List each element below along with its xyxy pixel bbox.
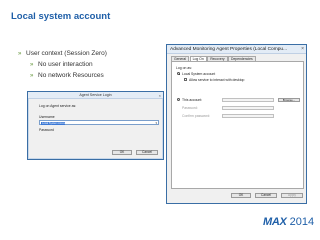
max-2014-logo: MAX 2014 — [263, 216, 314, 228]
password-label: Password: — [182, 106, 198, 110]
local-system-radio[interactable] — [177, 72, 181, 76]
logon-as-label: Log on Agent service as: — [39, 104, 77, 108]
allow-interact-label: Allow service to interact with desktop — [189, 78, 245, 82]
bullet-item: » No user interaction — [30, 59, 107, 70]
dialog-title: Advanced Monitoring Agent Properties (Lo… — [170, 47, 288, 52]
dialog-body: Log on Agent service as: Username Local … — [28, 99, 163, 160]
agent-properties-dialog: Advanced Monitoring Agent Properties (Lo… — [166, 44, 307, 204]
bullet-marker-icon: » — [18, 50, 22, 57]
dialog-title: Agent Service Login — [79, 93, 112, 97]
bullet-text: No network Resources — [38, 72, 104, 79]
close-icon[interactable]: × — [301, 45, 304, 53]
allow-interact-checkbox[interactable] — [184, 78, 188, 82]
password-input[interactable] — [222, 105, 274, 110]
cancel-button[interactable]: Cancel — [136, 150, 158, 155]
bullet-list: » User context (Session Zero) » No user … — [18, 48, 107, 81]
close-icon[interactable]: × — [159, 92, 161, 99]
ok-button[interactable]: OK — [231, 193, 251, 198]
bullet-text: User context (Session Zero) — [26, 50, 107, 57]
slide-title: Local system account — [11, 11, 111, 22]
this-account-label: This account: — [182, 98, 203, 102]
agent-service-login-dialog: Agent Service Login × Log on Agent servi… — [27, 91, 164, 160]
confirm-password-label: Confirm password: — [182, 114, 211, 118]
cancel-button[interactable]: Cancel — [255, 193, 277, 198]
password-label: Password — [39, 128, 54, 132]
bullet-marker-icon: » — [30, 72, 34, 79]
account-input[interactable] — [222, 97, 274, 102]
bullet-item: » User context (Session Zero) — [18, 48, 107, 59]
dialog-titlebar: Advanced Monitoring Agent Properties (Lo… — [167, 45, 306, 54]
username-value: Local System Account — [41, 121, 65, 125]
username-combobox[interactable]: Local System Account ▾ — [39, 120, 159, 125]
chevron-down-icon[interactable]: ▾ — [155, 121, 157, 125]
local-system-label: Local System account — [182, 72, 216, 76]
logo-brand: MAX — [263, 216, 287, 228]
bullet-text: No user interaction — [38, 61, 93, 68]
logo-year: 2014 — [289, 216, 315, 228]
apply-button[interactable]: Apply — [281, 193, 303, 198]
dialog-titlebar: Agent Service Login × — [28, 92, 163, 99]
this-account-radio[interactable] — [177, 98, 181, 102]
ok-button[interactable]: OK — [112, 150, 132, 155]
logon-as-label: Log on as: — [176, 66, 192, 70]
log-on-panel: Log on as: Local System account Allow se… — [171, 61, 304, 189]
browse-button[interactable]: Browse... — [278, 97, 300, 103]
bullet-item: » No network Resources — [30, 70, 107, 81]
bullet-marker-icon: » — [30, 61, 34, 68]
username-label: Username — [39, 115, 55, 119]
confirm-password-input[interactable] — [222, 113, 274, 118]
